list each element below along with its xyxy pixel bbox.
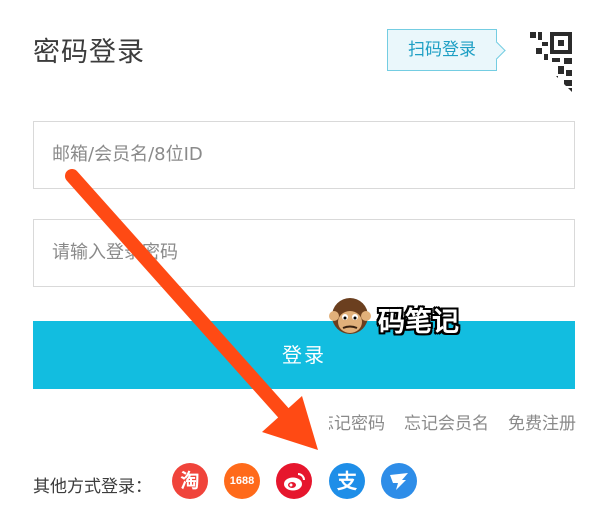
weibo-icon[interactable] bbox=[276, 463, 312, 499]
login-button[interactable]: 登录 bbox=[33, 321, 575, 389]
password-input[interactable]: 请输入登录密码 bbox=[33, 219, 575, 287]
qr-code-icon[interactable] bbox=[508, 28, 576, 96]
helper-links: 忘记密码 忘记会员名 免费注册 bbox=[329, 409, 576, 434]
page-title: 密码登录 bbox=[33, 37, 145, 68]
qr-login-button[interactable]: 扫码登录 bbox=[387, 29, 497, 71]
register-link[interactable]: 免费注册 bbox=[508, 409, 576, 434]
username-input[interactable]: 邮箱/会员名/8位ID bbox=[33, 121, 575, 189]
watermark-text: 码笔记 bbox=[378, 307, 459, 338]
forgot-password-link[interactable]: 忘记密码 bbox=[329, 409, 385, 434]
forgot-username-link[interactable]: 忘记会员名 bbox=[404, 409, 489, 434]
other-login-label: 其他方式登录： bbox=[33, 477, 152, 497]
taobao-icon[interactable]: 淘 bbox=[172, 463, 208, 499]
alipay-icon[interactable]: 支 bbox=[329, 463, 365, 499]
dingtalk-icon[interactable] bbox=[381, 463, 417, 499]
1688-icon[interactable]: 1688 bbox=[224, 463, 260, 499]
